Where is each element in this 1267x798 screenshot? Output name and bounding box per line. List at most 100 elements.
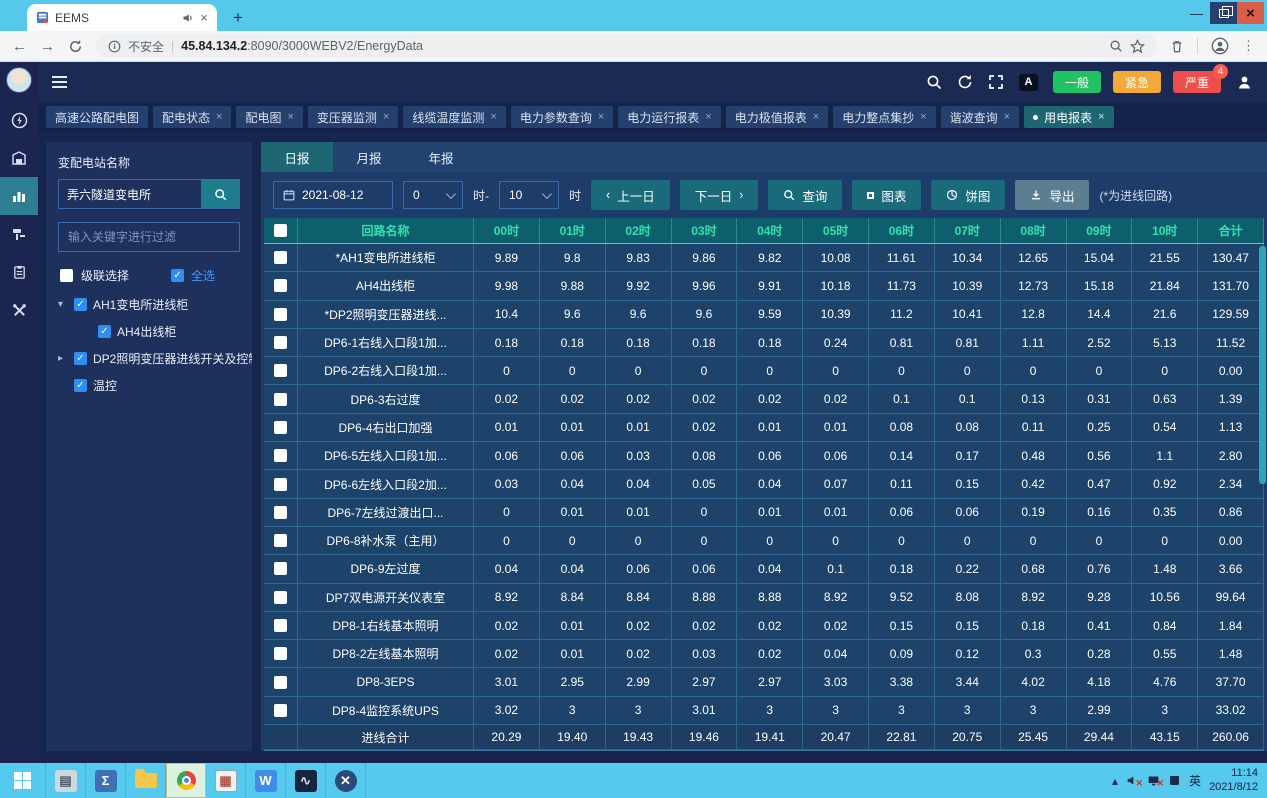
row-checkbox[interactable] (274, 619, 287, 632)
report-tab-月报[interactable]: 月报 (333, 142, 405, 172)
tree-item[interactable]: ▸✓DP2照明变压器进线开关及控制室 (58, 350, 240, 367)
restore-button[interactable] (1210, 2, 1237, 24)
rail-power-icon[interactable] (0, 101, 38, 139)
ime-indicator[interactable]: 英 (1189, 772, 1201, 789)
row-checkbox[interactable] (274, 562, 287, 575)
close-tab-icon[interactable]: × (705, 111, 711, 123)
row-checkbox[interactable] (274, 506, 287, 519)
menu-toggle-icon[interactable] (52, 76, 67, 88)
nav-tab[interactable]: 变压器监测× (308, 106, 398, 128)
select-all-checkbox[interactable]: ✓ (171, 269, 184, 282)
close-tab-icon[interactable]: × (216, 111, 222, 123)
pie-button[interactable]: 饼图 (931, 180, 1005, 210)
volume-muted-icon[interactable]: ✕ (1126, 774, 1139, 787)
alarm-button[interactable]: 一般 (1053, 71, 1101, 93)
minimize-button[interactable]: — (1183, 2, 1210, 24)
rail-tools-icon[interactable] (0, 291, 38, 329)
bookmark-star-icon[interactable] (1130, 39, 1145, 54)
row-checkbox[interactable] (274, 676, 287, 689)
tree-checkbox[interactable]: ✓ (74, 352, 87, 365)
close-tab-icon[interactable]: × (1004, 111, 1010, 123)
report-tab-日报[interactable]: 日报 (261, 142, 333, 172)
taskbar-powershell-icon[interactable]: Σ (86, 763, 126, 798)
reload-button[interactable] (68, 39, 83, 54)
taskbar-app-window-icon[interactable]: ▦ (206, 763, 246, 798)
nav-tab[interactable]: 电力运行报表× (618, 106, 720, 128)
query-button[interactable]: 查询 (768, 180, 842, 210)
close-tab-icon[interactable]: × (598, 111, 604, 123)
station-search-input[interactable] (59, 180, 201, 208)
alarm-button[interactable]: 紧急 (1113, 71, 1161, 93)
close-tab-icon[interactable]: × (287, 111, 293, 123)
browser-tab[interactable]: EEMS × (27, 4, 217, 31)
taskbar-file-explorer-icon[interactable] (126, 763, 166, 798)
date-picker[interactable]: 2021-08-12 (273, 181, 393, 209)
profile-icon[interactable] (1211, 37, 1229, 55)
fullscreen-icon[interactable] (988, 74, 1004, 90)
extension-trash-icon[interactable] (1170, 39, 1184, 54)
tree-item[interactable]: ✓AH4出线柜 (58, 323, 240, 340)
close-tab-icon[interactable]: × (383, 111, 389, 123)
station-search-button[interactable] (201, 180, 239, 208)
update-warning-icon[interactable]: ! (1168, 774, 1181, 787)
row-checkbox[interactable] (274, 308, 287, 321)
close-tab-icon[interactable]: × (920, 111, 926, 123)
close-button[interactable]: × (1237, 2, 1264, 24)
tree-checkbox[interactable]: ✓ (98, 325, 111, 338)
search-icon[interactable] (926, 74, 942, 90)
refresh-icon[interactable] (957, 74, 973, 90)
tree-checkbox[interactable]: ✓ (74, 298, 87, 311)
alarm-button[interactable]: 严重4 (1173, 71, 1221, 93)
row-checkbox[interactable] (274, 279, 287, 292)
tree-checkbox[interactable]: ✓ (74, 379, 87, 392)
row-checkbox[interactable] (274, 449, 287, 462)
nav-tab[interactable]: 线缆温度监测× (403, 106, 505, 128)
start-button[interactable] (0, 763, 46, 798)
nav-tab[interactable]: 高速公路配电图 (46, 106, 148, 128)
row-checkbox[interactable] (274, 591, 287, 604)
row-checkbox[interactable] (274, 534, 287, 547)
nav-tab[interactable]: 电力极值报表× (726, 106, 828, 128)
hour-from-select[interactable]: 0 (403, 181, 463, 209)
url-field[interactable]: 不安全 | 45.84.134.2:8090/3000WEBV2/EnergyD… (96, 34, 1157, 58)
table-scrollbar[interactable] (1259, 246, 1266, 484)
close-tab-icon[interactable]: × (490, 111, 496, 123)
close-tab-icon[interactable]: × (1098, 111, 1104, 123)
nav-tab[interactable]: 配电图× (236, 106, 302, 128)
keyword-filter-input[interactable] (58, 222, 240, 252)
taskbar-settings-icon[interactable]: ✕ (326, 763, 366, 798)
info-icon[interactable] (108, 40, 121, 53)
nav-tab[interactable]: 配电状态× (153, 106, 231, 128)
row-checkbox[interactable] (274, 364, 287, 377)
nav-tab[interactable]: 用电报表× (1024, 106, 1113, 128)
tab-audio-icon[interactable] (182, 12, 194, 24)
taskbar-plot-tool-icon[interactable]: ∿ (286, 763, 326, 798)
translate-icon[interactable]: A (1019, 74, 1038, 91)
browser-menu-icon[interactable]: ⋮ (1242, 44, 1255, 48)
cascade-checkbox[interactable] (60, 269, 73, 282)
chart-button[interactable]: 图表 (852, 180, 921, 210)
export-button[interactable]: 导出 (1015, 180, 1089, 210)
nav-tab[interactable]: 电力参数查询× (511, 106, 613, 128)
network-error-icon[interactable]: ✕ (1147, 774, 1160, 787)
row-checkbox[interactable] (274, 421, 287, 434)
user-icon[interactable] (1236, 74, 1253, 91)
caret-right-icon[interactable]: ▸ (58, 353, 68, 364)
rail-archive-icon[interactable] (0, 139, 38, 177)
rail-gavel-icon[interactable] (0, 215, 38, 253)
rail-report-icon[interactable] (0, 177, 38, 215)
row-checkbox[interactable] (274, 704, 287, 717)
back-button[interactable]: ← (12, 38, 27, 55)
nav-tab[interactable]: 谐波查询× (941, 106, 1019, 128)
row-checkbox[interactable] (274, 478, 287, 491)
close-tab-icon[interactable]: × (813, 111, 819, 123)
taskbar-wps-icon[interactable]: W (246, 763, 286, 798)
next-day-button[interactable]: 下一日› (680, 180, 759, 210)
prev-day-button[interactable]: ‹上一日 (591, 180, 670, 210)
row-checkbox[interactable] (274, 251, 287, 264)
row-checkbox[interactable] (274, 393, 287, 406)
hour-to-select[interactable]: 10 (499, 181, 559, 209)
tree-item[interactable]: ✓温控 (58, 377, 240, 394)
clock[interactable]: 11:142021/8/12 (1209, 767, 1258, 795)
forward-button[interactable]: → (40, 38, 55, 55)
